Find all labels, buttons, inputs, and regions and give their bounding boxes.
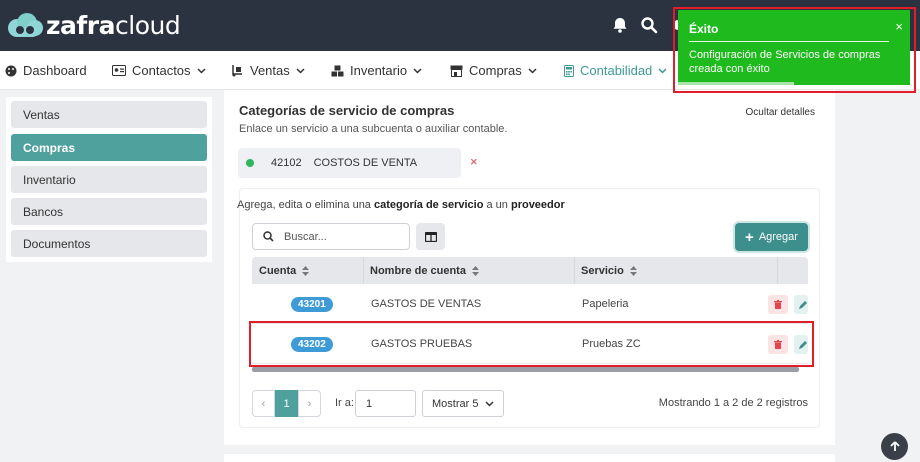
search-icon[interactable] [640, 16, 658, 34]
cell-nombre: GASTOS DE VENTAS [371, 298, 482, 310]
table-header: Cuenta Nombre de cuenta Servicio [252, 257, 808, 284]
next-page-button[interactable]: › [298, 390, 321, 417]
goto-label: Ir a: [335, 397, 354, 409]
header-cuenta[interactable]: Cuenta [259, 257, 310, 284]
next-panel [224, 454, 835, 462]
goto-page-input[interactable]: 1 [355, 390, 416, 417]
card-intro: Agrega, edita o elimina una categoría de… [237, 199, 565, 211]
main-panel: Categorías de servicio de compras Enlace… [224, 90, 835, 445]
chevron-down-icon [485, 400, 494, 407]
remove-account-icon[interactable]: × [470, 154, 478, 169]
chevron-down-icon [413, 67, 422, 74]
chevron-down-icon [296, 67, 305, 74]
sidebar-item-compras[interactable]: Compras [11, 134, 207, 161]
add-button[interactable]: + Agregar [735, 223, 808, 251]
cell-servicio: Papeleria [582, 298, 629, 310]
nav-contactos[interactable]: Contactos [112, 51, 206, 90]
store-icon [450, 65, 463, 77]
nav-contactos-label: Contactos [132, 63, 191, 78]
id-card-icon [112, 65, 126, 76]
cloud-logo-icon [8, 13, 43, 37]
column-divider [574, 257, 575, 284]
nav-ventas[interactable]: Ventas [231, 51, 305, 90]
nav-dashboard-label: Dashboard [23, 63, 87, 78]
sidebar-item-label: Ventas [23, 107, 60, 122]
scroll-to-top-button[interactable] [881, 433, 908, 460]
nav-inventario[interactable]: Inventario [331, 51, 422, 90]
settings-sidebar: Ventas Compras Inventario Bancos Documen… [6, 97, 212, 262]
sidebar-item-bancos[interactable]: Bancos [11, 198, 207, 225]
header-servicio[interactable]: Servicio [581, 257, 637, 284]
nav-dashboard[interactable]: Dashboard [5, 51, 87, 90]
status-dot [246, 159, 254, 167]
toast-message: Configuración de Servicios de compras cr… [689, 49, 881, 75]
column-divider [777, 257, 778, 284]
pagination: ‹ 1 › [252, 390, 321, 417]
arrow-up-icon [889, 441, 900, 451]
sidebar-item-label: Bancos [23, 204, 64, 219]
toast-title: Éxito [689, 22, 719, 36]
sidebar-item-label: Documentos [23, 236, 91, 251]
horizontal-scrollbar[interactable] [252, 367, 799, 372]
hide-details-link[interactable]: Ocultar detalles [746, 107, 815, 118]
columns-toggle-button[interactable] [416, 223, 445, 250]
page-size-value: Mostrar 5 [432, 397, 479, 410]
bell-icon[interactable] [611, 16, 629, 34]
chevron-down-icon [528, 67, 537, 74]
account-name: COSTOS DE VENTA [313, 157, 418, 169]
sort-icon [629, 265, 637, 276]
nav-compras[interactable]: Compras [450, 51, 537, 90]
success-toast: Éxito × Configuración de Servicios de co… [678, 10, 910, 85]
header-nombre[interactable]: Nombre de cuenta [370, 257, 479, 284]
prev-page-button[interactable]: ‹ [252, 390, 275, 417]
chevron-down-icon [658, 67, 667, 74]
account-code: 42102 [271, 157, 302, 169]
brand-logo[interactable]: zafracloud [6, 10, 181, 40]
nav-inventario-label: Inventario [350, 63, 408, 78]
records-summary: Mostrando 1 a 2 de 2 registros [658, 397, 808, 409]
columns-icon [424, 231, 437, 242]
linked-account-chip: 42102 COSTOS DE VENTA [238, 148, 461, 178]
table-row: 43201 GASTOS DE VENTAS Papeleria [252, 284, 808, 324]
sort-icon [302, 265, 310, 276]
goto-page-value: 1 [366, 397, 373, 410]
edit-button[interactable] [794, 295, 808, 314]
close-icon[interactable]: × [895, 19, 903, 34]
delete-button[interactable] [768, 295, 788, 314]
chevron-down-icon [197, 67, 206, 74]
toast-progress [678, 82, 794, 85]
sidebar-item-documentos[interactable]: Documentos [11, 230, 207, 257]
highlight-box [249, 321, 814, 367]
sidebar-item-inventario[interactable]: Inventario [11, 166, 207, 193]
section-title: Categorías de servicio de compras [239, 103, 455, 118]
brand-name: zafracloud [46, 10, 181, 40]
pencil-icon [799, 300, 807, 309]
sort-icon [471, 265, 479, 276]
page-size-select[interactable]: Mostrar 5 [422, 390, 504, 417]
search-placeholder: Buscar... [284, 230, 327, 243]
add-button-label: Agregar [758, 231, 798, 243]
column-divider [363, 257, 364, 284]
toast-divider [689, 41, 889, 42]
cell-cuenta: 43201 [291, 284, 333, 324]
nav-contabilidad[interactable]: Contabilidad [564, 51, 667, 90]
boxes-icon [331, 65, 344, 76]
nav-ventas-label: Ventas [250, 63, 290, 78]
trash-icon [774, 300, 782, 309]
search-input[interactable]: Buscar... [252, 223, 410, 250]
search-icon [263, 231, 274, 242]
calculator-icon [564, 64, 574, 77]
sidebar-item-label: Compras [23, 140, 76, 155]
sidebar-item-ventas[interactable]: Ventas [11, 101, 207, 128]
nav-compras-label: Compras [469, 63, 522, 78]
sidebar-item-label: Inventario [23, 172, 76, 187]
section-subtitle: Enlace un servicio a una subcuenta o aux… [239, 123, 508, 135]
plus-icon: + [745, 228, 754, 246]
palette-icon [5, 65, 17, 76]
account-badge: 43201 [291, 296, 333, 312]
dolly-icon [232, 65, 242, 77]
page-1-button[interactable]: 1 [275, 390, 298, 417]
nav-contabilidad-label: Contabilidad [580, 63, 653, 78]
